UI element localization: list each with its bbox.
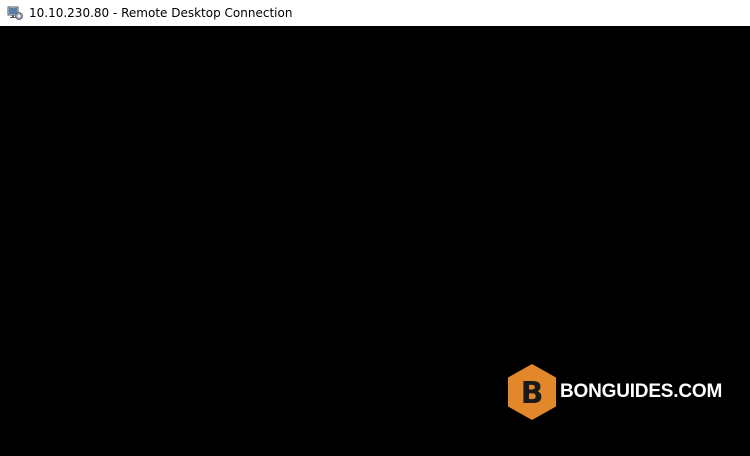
remote-desktop-window: 10.10.230.80 - Remote Desktop Connection…: [0, 0, 750, 456]
watermark: B BONGUIDES.COM: [506, 363, 722, 421]
bonguides-logo-icon: B: [508, 364, 556, 420]
watermark-text: BONGUIDES.COM: [560, 381, 723, 402]
window-title: 10.10.230.80 - Remote Desktop Connection: [29, 6, 293, 20]
watermark-logo-letter: B: [521, 376, 544, 411]
remote-desktop-icon: [7, 5, 23, 21]
title-bar[interactable]: 10.10.230.80 - Remote Desktop Connection: [0, 0, 750, 26]
